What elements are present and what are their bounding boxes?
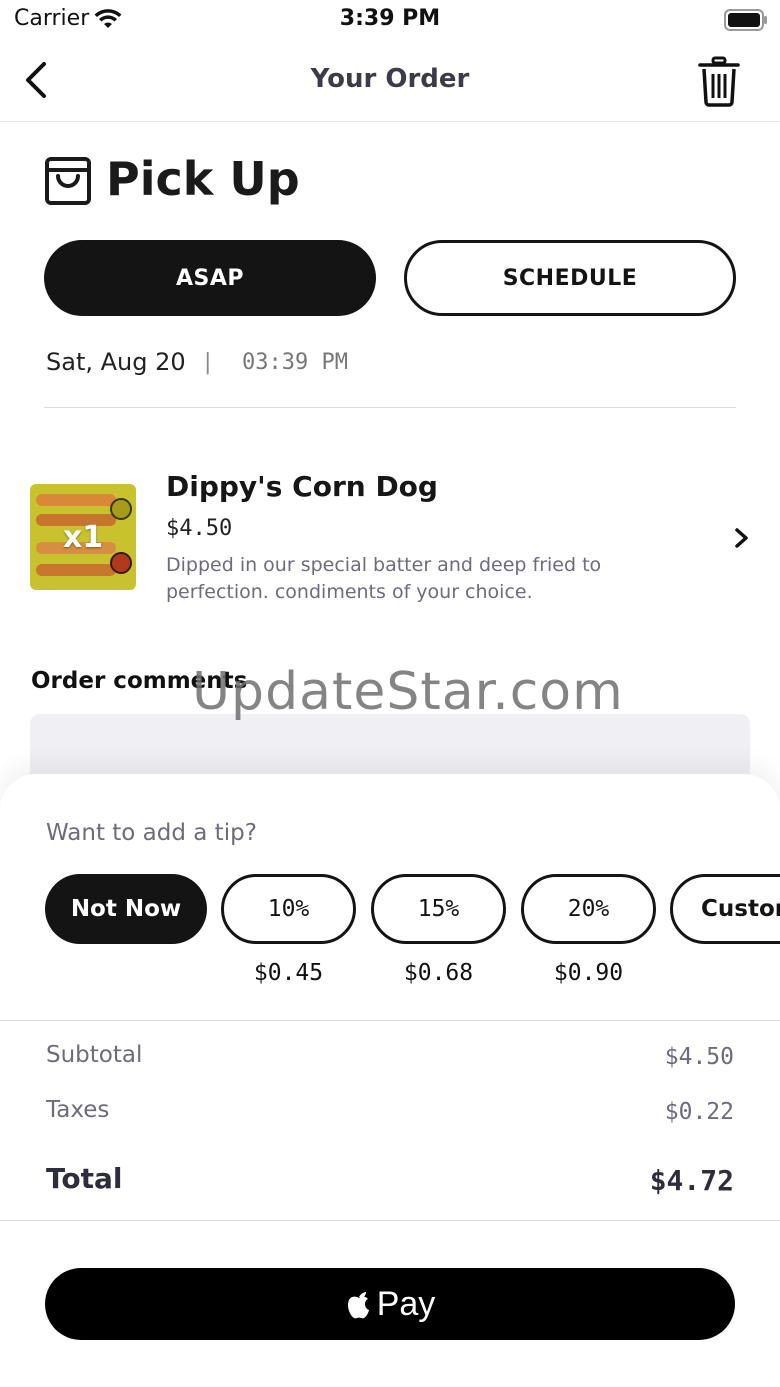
asap-button[interactable]: ASAP [44,240,376,316]
date-time-separator: | [204,350,212,375]
apple-logo-icon [347,1292,369,1319]
tip-20-button[interactable]: 20% [521,874,656,944]
tip-10-button[interactable]: 10% [221,874,356,944]
subtotal-value: $4.50 [664,1044,734,1070]
divider [44,407,736,408]
page-title: Your Order [310,64,470,94]
pickup-time[interactable]: 03:39 PM [242,350,348,375]
item-image[interactable]: x1 [30,484,136,590]
apple-pay-button[interactable]: Pay [45,1268,735,1340]
tip-15-button[interactable]: 15% [371,874,506,944]
status-bar: Carrier 3:39 PM [0,0,780,44]
shopping-bag-icon [45,157,91,205]
tip-20-amount: $0.90 [553,960,624,986]
item-price: $4.50 [166,516,233,541]
taxes-value: $0.22 [664,1099,734,1125]
divider [0,1020,780,1021]
battery-icon [724,9,767,31]
nav-bar: Your Order [0,44,780,122]
tip-10-amount: $0.45 [253,960,324,986]
item-description: Dipped in our special batter and deep fr… [166,554,602,603]
total-value: $4.72 [649,1164,734,1197]
pay-label: Pay [376,1284,436,1323]
status-time: 3:39 PM [339,6,441,31]
schedule-button[interactable]: SCHEDULE [404,240,736,316]
trash-icon[interactable] [696,54,742,108]
tip-prompt: Want to add a tip? [46,820,257,846]
pickup-date[interactable]: Sat, Aug 20 [46,348,186,376]
chevron-right-icon[interactable] [730,522,754,554]
item-name[interactable]: Dippy's Corn Dog [166,470,438,503]
divider [0,1220,780,1221]
checkout-sheet: Want to add a tip? Not Now 10% 15% 20% C… [0,774,780,1387]
subtotal-label: Subtotal [46,1042,143,1068]
watermark: UpdateStar.com [192,662,624,722]
tip-not-now-button[interactable]: Not Now [45,874,207,944]
pickup-title: Pick Up [106,152,300,206]
taxes-label: Taxes [46,1097,110,1123]
tip-custom-button[interactable]: Custom [670,874,780,944]
item-quantity: x1 [62,520,104,555]
tip-15-amount: $0.68 [403,960,474,986]
total-label: Total [46,1162,123,1195]
